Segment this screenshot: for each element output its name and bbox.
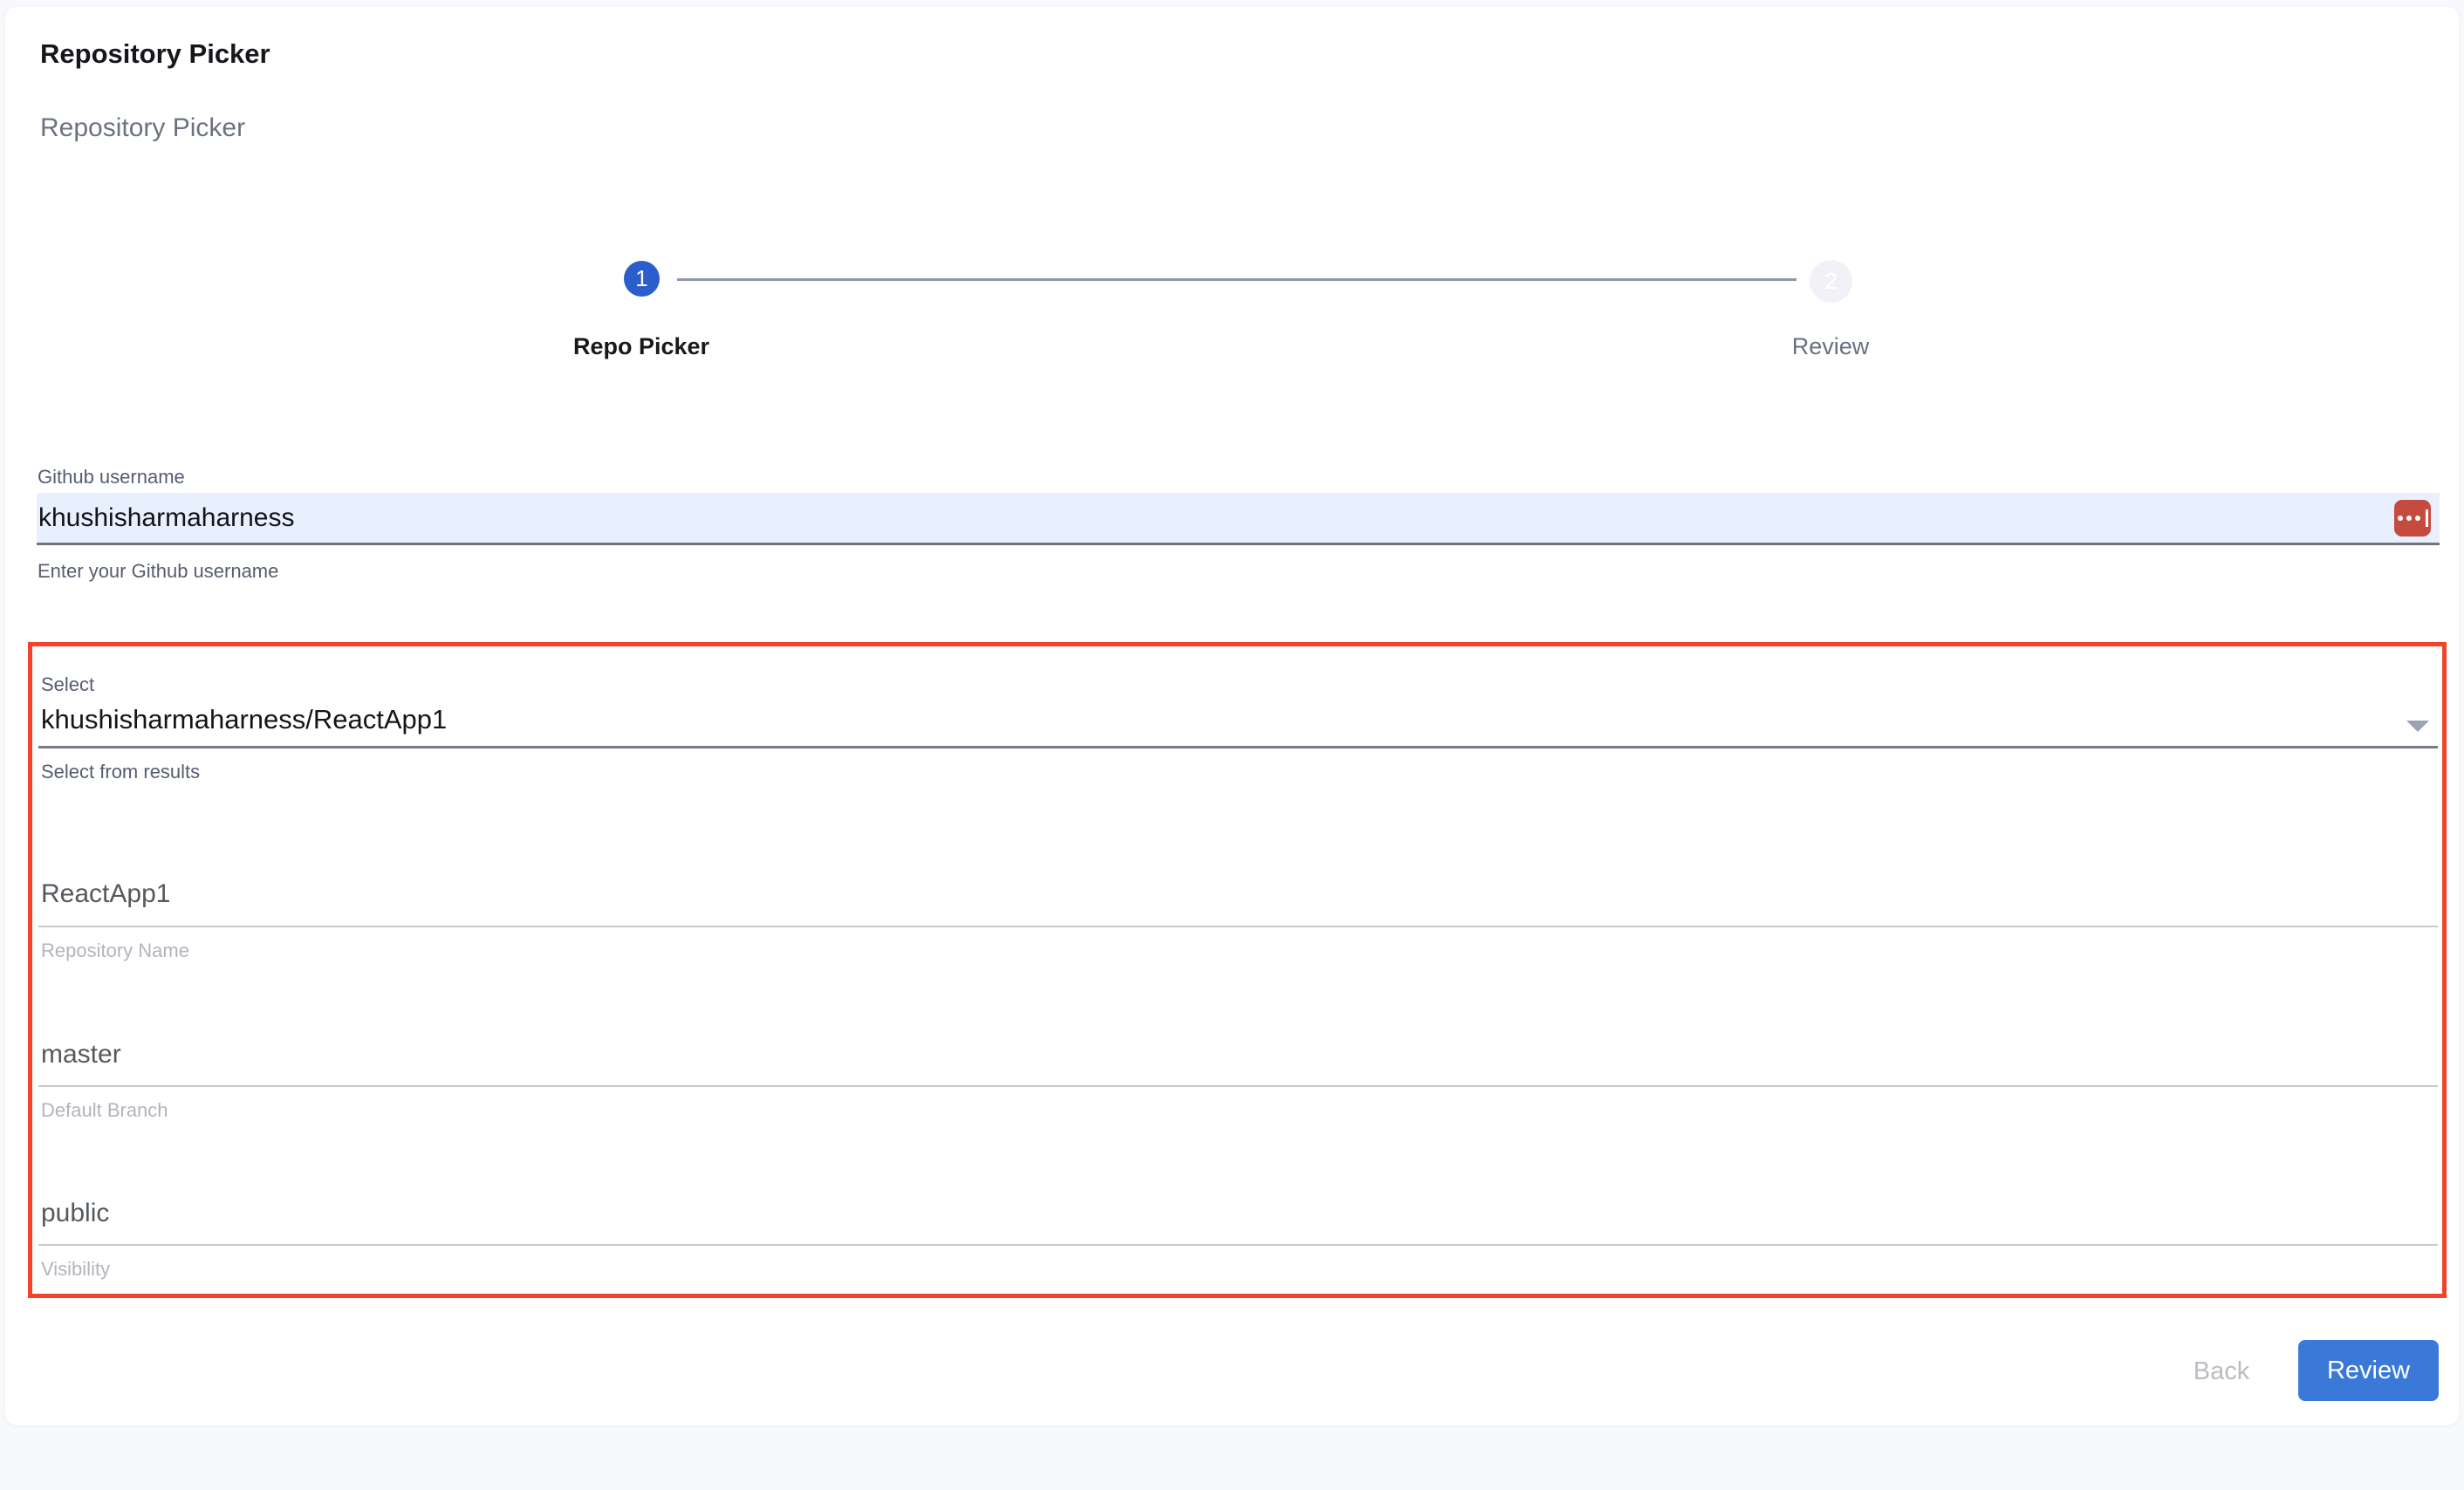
review-button[interactable]: Review: [2298, 1340, 2439, 1401]
autofill-icon-dot: [2415, 516, 2420, 521]
autofill-icon-bar: [2426, 509, 2428, 527]
stepper-step-2-circle[interactable]: 2: [1810, 260, 1852, 303]
page-subtitle: Repository Picker: [40, 113, 245, 143]
github-username-field: [37, 493, 2440, 545]
github-username-label: Github username: [38, 466, 185, 489]
default-branch-value[interactable]: master: [41, 1040, 121, 1070]
visibility-label: Visibility: [41, 1258, 110, 1281]
github-username-helper: Enter your Github username: [38, 560, 278, 583]
page-title: Repository Picker: [40, 38, 270, 70]
autofill-icon-dot: [2406, 516, 2412, 521]
repository-name-underline: [38, 926, 2438, 927]
autofill-icon-dot: [2398, 516, 2403, 521]
back-button[interactable]: Back: [2160, 1354, 2283, 1389]
repository-name-value[interactable]: ReactApp1: [41, 879, 170, 909]
default-branch-label: Default Branch: [41, 1099, 168, 1122]
stepper-step-1-label: Repo Picker: [510, 333, 772, 360]
stepper-step-2-label: Review: [1700, 333, 1961, 360]
visibility-underline: [38, 1244, 2438, 1246]
chevron-down-icon[interactable]: [2406, 721, 2429, 732]
stepper-step-2-number: 2: [1824, 268, 1837, 295]
stepper-step-1-circle[interactable]: 1: [624, 261, 660, 297]
github-username-input[interactable]: [37, 493, 2440, 543]
visibility-value[interactable]: public: [41, 1199, 109, 1228]
stepper-connector-line: [677, 278, 1797, 281]
repository-name-label: Repository Name: [41, 940, 189, 962]
repository-picker-card: Repository Picker Repository Picker 1 2 …: [5, 7, 2459, 1425]
repository-select-helper: Select from results: [41, 761, 200, 783]
repository-select-value[interactable]: khushisharmaharness/ReactApp1: [41, 704, 447, 735]
repository-select-label: Select: [41, 673, 94, 696]
stepper-step-1-number: 1: [635, 265, 647, 292]
default-branch-underline: [38, 1085, 2438, 1087]
password-manager-autofill-icon[interactable]: [2394, 500, 2431, 537]
repository-select-underline: [38, 746, 2438, 748]
